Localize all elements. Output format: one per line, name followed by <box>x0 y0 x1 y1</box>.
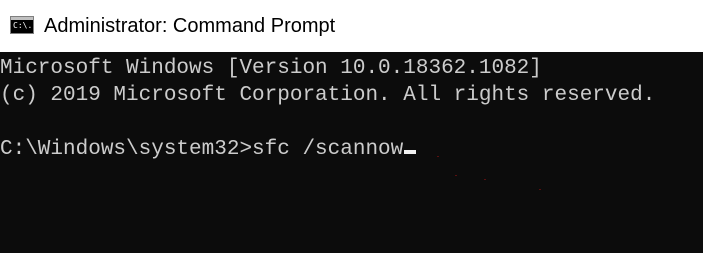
console-line-copyright: (c) 2019 Microsoft Corporation. All righ… <box>0 84 656 107</box>
console-command: C:\Windows\system32>sfc /scannow <box>0 138 404 161</box>
screen-speck <box>539 189 541 190</box>
screen-speck <box>484 179 486 180</box>
icon-label: C:\. <box>13 21 33 30</box>
command-prompt-icon[interactable]: C:\. <box>10 16 34 34</box>
screen-speck <box>455 175 457 176</box>
screen-speck <box>437 156 439 157</box>
text-cursor <box>404 150 417 154</box>
title-bar[interactable]: C:\. Administrator: Command Prompt <box>0 0 703 52</box>
console-prompt-line[interactable]: C:\Windows\system32>sfc /scannow <box>0 137 417 163</box>
icon-title-strip <box>11 17 33 20</box>
console-output[interactable]: Microsoft Windows [Version 10.0.18362.10… <box>0 52 703 253</box>
console-line-version: Microsoft Windows [Version 10.0.18362.10… <box>0 57 542 80</box>
command-prompt-window: C:\. Administrator: Command Prompt Micro… <box>0 0 703 253</box>
window-title: Administrator: Command Prompt <box>44 15 336 37</box>
